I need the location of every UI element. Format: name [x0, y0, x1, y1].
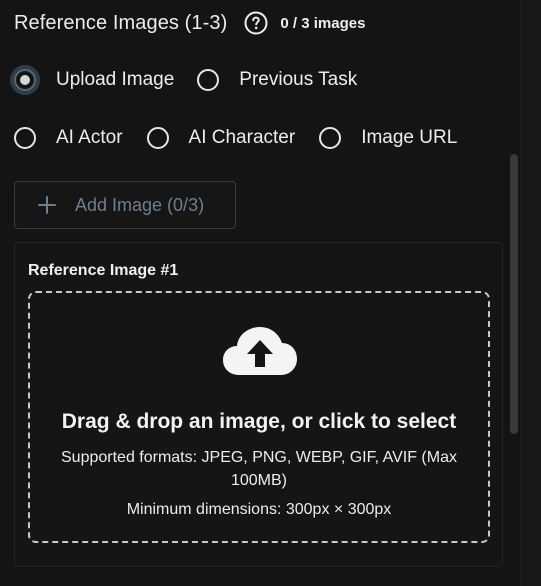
source-options-row-1: Upload Image Previous Task: [14, 69, 357, 91]
radio-indicator[interactable]: [14, 127, 36, 149]
section-title: Reference Images (1-3): [14, 11, 228, 34]
add-image-button[interactable]: Add Image (0/3): [14, 181, 236, 229]
radio-ai-character[interactable]: AI Character: [146, 127, 296, 149]
source-options-row-2: AI Actor AI Character Image URL: [14, 127, 457, 149]
dropzone-formats: Supported formats: JPEG, PNG, WEBP, GIF,…: [61, 449, 457, 489]
radio-indicator[interactable]: [197, 69, 220, 91]
cloud-upload-icon: [221, 323, 299, 379]
question-circle-icon[interactable]: [244, 11, 268, 35]
radio-upload-image[interactable]: Upload Image: [14, 69, 174, 91]
radio-indicator[interactable]: [319, 127, 342, 149]
scrollbar-thumb[interactable]: [510, 154, 518, 434]
radio-label-ai-character: AI Character: [188, 127, 296, 148]
reference-images-panel: Reference Images (1-3) 0 / 3 images Uplo…: [0, 0, 520, 586]
radio-label-ai-actor: AI Actor: [56, 127, 123, 148]
radio-image-url[interactable]: Image URL: [319, 127, 457, 149]
radio-dot: [20, 75, 30, 85]
radio-label-image-url: Image URL: [361, 127, 458, 148]
radio-ai-actor[interactable]: AI Actor: [14, 127, 123, 149]
section-header: Reference Images (1-3) 0 / 3 images: [14, 8, 365, 38]
image-count: 0 / 3 images: [280, 14, 366, 32]
radio-indicator[interactable]: [146, 127, 169, 149]
radio-label-upload-image: Upload Image: [56, 69, 175, 90]
radio-label-previous-task: Previous Task: [239, 69, 358, 90]
dropzone-title: Drag & drop an image, or click to select: [61, 410, 457, 433]
dropzone-dimensions: Minimum dimensions: 300px × 300px: [126, 501, 392, 518]
radio-selected-indicator[interactable]: [14, 69, 36, 91]
side-gutter: [520, 0, 541, 586]
reference-image-card: Reference Image #1 Drag & drop an image,…: [14, 242, 503, 567]
plus-icon: [37, 195, 57, 215]
reference-image-title: Reference Image #1: [28, 262, 179, 279]
radio-previous-task[interactable]: Previous Task: [197, 69, 357, 91]
image-dropzone[interactable]: Drag & drop an image, or click to select…: [28, 291, 490, 543]
add-image-label: Add Image (0/3): [75, 194, 205, 215]
